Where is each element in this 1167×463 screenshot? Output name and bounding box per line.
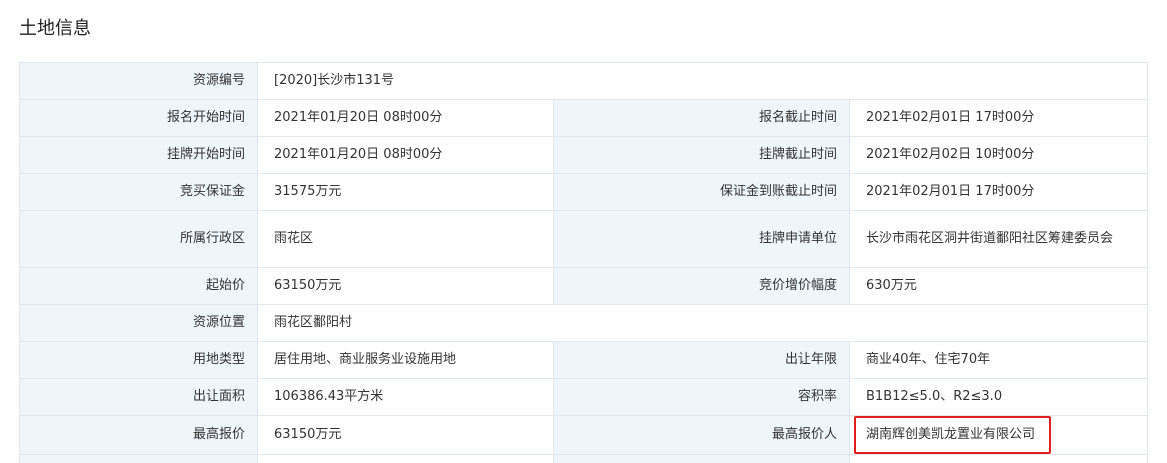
row-district: 所属行政区 雨花区 挂牌申请单位 长沙市雨花区洞井街道鄱阳社区筹建委员会 (20, 211, 1148, 268)
value-applicant: 长沙市雨花区洞井街道鄱阳社区筹建委员会 (850, 211, 1148, 268)
row-highest-bid: 最高报价 63150万元 最高报价人 湖南辉创美凯龙置业有限公司 (20, 416, 1148, 455)
label-bid-increment: 竞价增价幅度 (554, 268, 850, 305)
section-title: 土地信息 (19, 15, 91, 43)
value-term: 商业40年、住宅70年 (850, 342, 1148, 379)
row-registration-time: 报名开始时间 2021年01月20日 08时00分 报名截止时间 2021年02… (20, 100, 1148, 137)
row-land-use: 用地类型 居住用地、商业服务业设施用地 出让年限 商业40年、住宅70年 (20, 342, 1148, 379)
row-deposit: 竞买保证金 31575万元 保证金到账截止时间 2021年02月01日 17时0… (20, 174, 1148, 211)
value-partial-2 (850, 455, 1148, 463)
value-district: 雨花区 (258, 211, 554, 268)
label-partial (20, 455, 258, 463)
label-highest-bidder: 最高报价人 (554, 416, 850, 455)
value-highest-bidder-cell: 湖南辉创美凯龙置业有限公司 (850, 416, 1148, 455)
value-bid-increment: 630万元 (850, 268, 1148, 305)
value-registration-end: 2021年02月01日 17时00分 (850, 100, 1148, 137)
value-registration-start: 2021年01月20日 08时00分 (258, 100, 554, 137)
value-plot-ratio: B1B12≤5.0、R2≤3.0 (850, 379, 1148, 416)
row-partial (20, 455, 1148, 463)
row-area: 出让面积 106386.43平方米 容积率 B1B12≤5.0、R2≤3.0 (20, 379, 1148, 416)
label-deposit: 竞买保证金 (20, 174, 258, 211)
label-resource-number: 资源编号 (20, 63, 258, 100)
value-deposit: 31575万元 (258, 174, 554, 211)
label-highest-bid: 最高报价 (20, 416, 258, 455)
value-listing-start: 2021年01月20日 08时00分 (258, 137, 554, 174)
value-deposit-deadline: 2021年02月01日 17时00分 (850, 174, 1148, 211)
highest-bidder-highlight: 湖南辉创美凯龙置业有限公司 (854, 416, 1051, 454)
label-area: 出让面积 (20, 379, 258, 416)
value-land-use: 居住用地、商业服务业设施用地 (258, 342, 554, 379)
label-district: 所属行政区 (20, 211, 258, 268)
label-deposit-deadline: 保证金到账截止时间 (554, 174, 850, 211)
value-highest-bid: 63150万元 (258, 416, 554, 455)
label-plot-ratio: 容积率 (554, 379, 850, 416)
value-partial (258, 455, 554, 463)
label-location: 资源位置 (20, 305, 258, 342)
label-registration-start: 报名开始时间 (20, 100, 258, 137)
label-registration-end: 报名截止时间 (554, 100, 850, 137)
label-applicant: 挂牌申请单位 (554, 211, 850, 268)
row-starting-price: 起始价 63150万元 竞价增价幅度 630万元 (20, 268, 1148, 305)
label-term: 出让年限 (554, 342, 850, 379)
row-listing-time: 挂牌开始时间 2021年01月20日 08时00分 挂牌截止时间 2021年02… (20, 137, 1148, 174)
label-land-use: 用地类型 (20, 342, 258, 379)
row-resource-number: 资源编号 [2020]长沙市131号 (20, 63, 1148, 100)
value-area: 106386.43平方米 (258, 379, 554, 416)
label-listing-start: 挂牌开始时间 (20, 137, 258, 174)
value-location: 雨花区鄱阳村 (258, 305, 1148, 342)
row-location: 资源位置 雨花区鄱阳村 (20, 305, 1148, 342)
value-resource-number: [2020]长沙市131号 (258, 63, 1148, 100)
value-listing-end: 2021年02月02日 10时00分 (850, 137, 1148, 174)
value-starting-price: 63150万元 (258, 268, 554, 305)
label-starting-price: 起始价 (20, 268, 258, 305)
label-listing-end: 挂牌截止时间 (554, 137, 850, 174)
label-partial-2 (554, 455, 850, 463)
land-info-table: 资源编号 [2020]长沙市131号 报名开始时间 2021年01月20日 08… (19, 62, 1148, 463)
